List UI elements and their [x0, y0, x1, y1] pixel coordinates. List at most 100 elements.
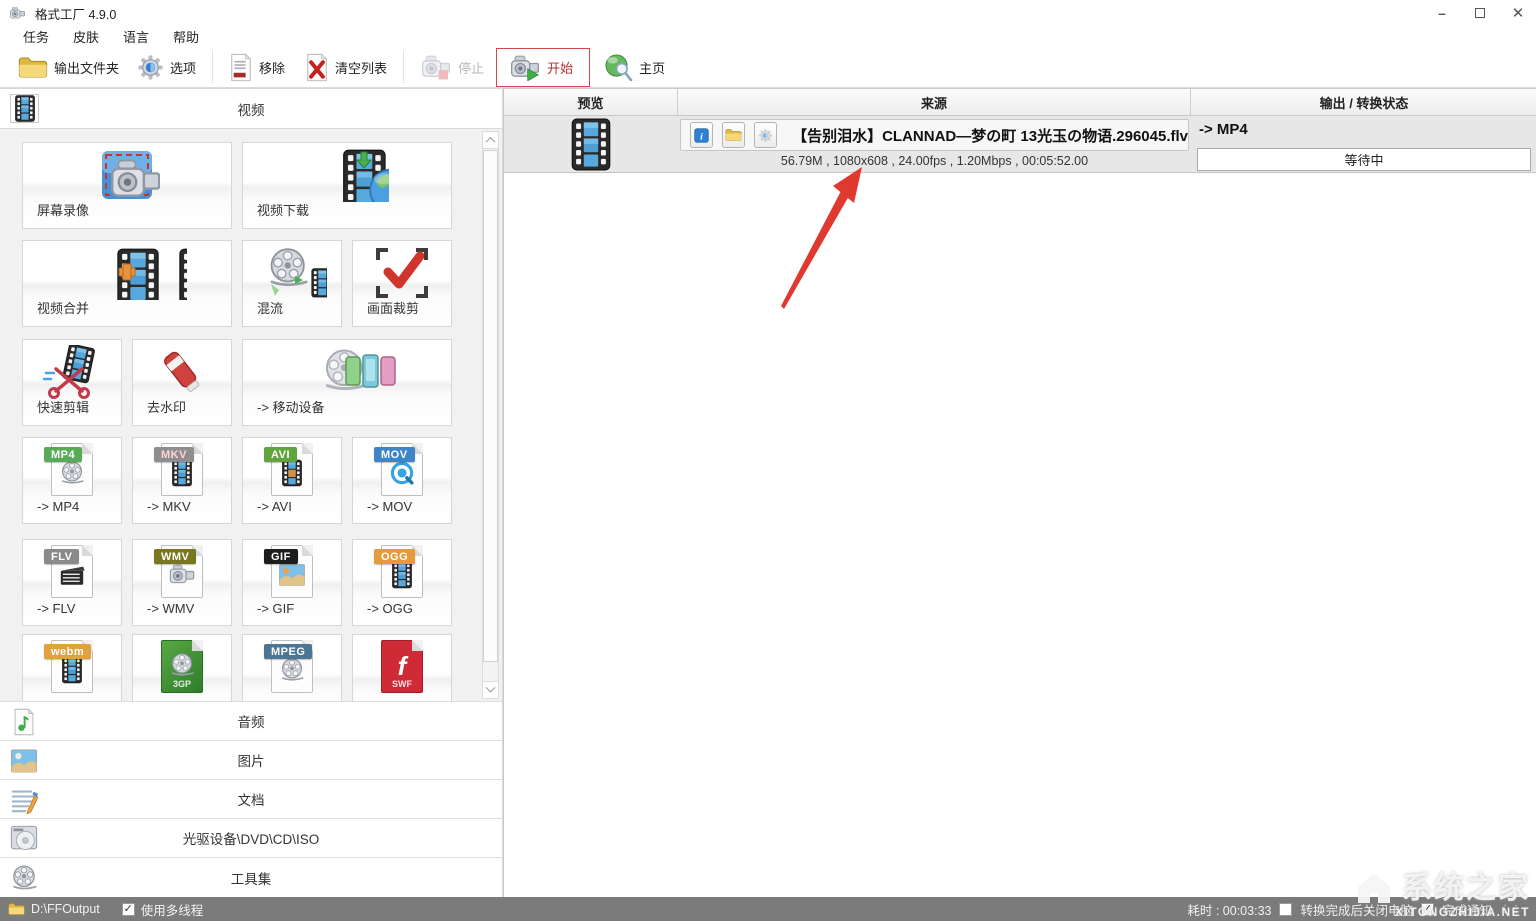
- column-header-source[interactable]: 来源: [678, 89, 1191, 115]
- tile-crop[interactable]: 画面裁剪: [352, 240, 452, 327]
- sidebar-scrollbar[interactable]: [482, 131, 499, 699]
- menu-language[interactable]: 语言: [118, 26, 154, 47]
- scroll-up-button[interactable]: [483, 132, 498, 149]
- column-header-output[interactable]: 输出 / 转换状态: [1191, 89, 1536, 115]
- file-info-button[interactable]: i: [690, 122, 713, 148]
- stop-button[interactable]: 停止: [414, 51, 490, 84]
- menu-task[interactable]: 任务: [18, 26, 54, 47]
- crop-check-icon: [353, 245, 451, 301]
- tile-to-avi[interactable]: AVI -> AVI: [242, 437, 342, 524]
- category-optical-dvd-cd-iso[interactable]: 光驱设备\DVD\CD\ISO: [0, 818, 503, 857]
- tile-to-swf[interactable]: f SWF: [352, 634, 452, 701]
- start-button-highlight-box: 开始: [496, 48, 590, 87]
- tile-screen-record[interactable]: 屏幕录像: [22, 142, 232, 229]
- film-preview-icon: [568, 118, 614, 171]
- tile-to-flv[interactable]: FLV -> FLV: [22, 539, 122, 626]
- tile-to-gif[interactable]: GIF -> GIF: [242, 539, 342, 626]
- output-folder-button[interactable]: 输出文件夹: [12, 52, 125, 83]
- avi-file-icon: AVI: [269, 442, 315, 498]
- options-button[interactable]: 选项: [131, 51, 202, 84]
- notify-label: 完成通知: [1442, 900, 1492, 919]
- mov-file-icon: MOV: [379, 442, 425, 498]
- mux-icon: [243, 245, 341, 301]
- multithread-label: 使用多线程: [141, 900, 204, 919]
- tile-to-webm[interactable]: webm: [22, 634, 122, 701]
- tile-video-download[interactable]: 视频下载: [242, 142, 452, 229]
- file-list-header: 预览 来源 输出 / 转换状态: [504, 89, 1536, 116]
- start-camera-icon: [509, 54, 541, 81]
- swf-file-icon: f SWF: [379, 639, 425, 695]
- file-name: 【告别泪水】CLANNAD—梦の町 13光玉の物语.296045.flv: [792, 125, 1188, 146]
- tile-to-3gp[interactable]: 3GP: [132, 634, 232, 701]
- tile-mux[interactable]: 混流: [242, 240, 342, 327]
- info-icon: i: [694, 128, 709, 143]
- tile-to-mp4[interactable]: MP4 -> MP4: [22, 437, 122, 524]
- remove-button[interactable]: 移除: [223, 50, 291, 85]
- tile-mobile-device[interactable]: -> 移动设备: [242, 339, 452, 426]
- remove-watermark-icon: [133, 344, 231, 400]
- maximize-button[interactable]: [1472, 5, 1488, 21]
- stop-camera-icon: [420, 54, 452, 81]
- menu-help[interactable]: 帮助: [168, 26, 204, 47]
- notify-checkbox[interactable]: ✓: [1421, 903, 1434, 916]
- video-download-icon: [243, 147, 451, 203]
- file-source-cell: i 【告别泪水】CLANNAD—梦の町 13光玉の物语.296045.flv: [680, 119, 1189, 151]
- tile-to-mkv[interactable]: MKV -> MKV: [132, 437, 232, 524]
- output-folder-icon: [8, 902, 25, 916]
- close-button[interactable]: ✕: [1510, 5, 1526, 21]
- file-list-panel: 预览 来源 输出 / 转换状态 i 【告别泪水】CLANNAD—梦の町 13光玉…: [503, 88, 1536, 897]
- category-video-header[interactable]: 视频: [0, 89, 503, 129]
- folder-icon: [18, 55, 48, 80]
- tile-to-mpeg[interactable]: MPEG: [242, 634, 342, 701]
- multithread-checkbox[interactable]: ✓: [122, 903, 135, 916]
- remove-document-icon: [229, 53, 253, 82]
- title-bar: 格式工厂 4.9.0 – ✕: [0, 0, 1536, 26]
- webm-file-icon: webm: [49, 639, 95, 695]
- wmv-file-icon: WMV: [159, 544, 205, 600]
- home-button[interactable]: 主页: [598, 50, 671, 85]
- output-path[interactable]: D:\FFOutput: [31, 902, 100, 916]
- category-toolset[interactable]: 工具集: [0, 857, 503, 897]
- scroll-down-button[interactable]: [483, 681, 498, 698]
- gear-icon: [137, 54, 164, 81]
- clear-list-button[interactable]: 清空列表: [299, 50, 393, 85]
- ogg-file-icon: OGG: [379, 544, 425, 600]
- video-merge-icon: [23, 245, 231, 301]
- status-bar: D:\FFOutput ✓ 使用多线程 耗时 : 00:03:33 转换完成后关…: [0, 897, 1536, 921]
- tile-remove-watermark[interactable]: 去水印: [132, 339, 232, 426]
- gif-file-icon: GIF: [269, 544, 315, 600]
- category-document[interactable]: 文档: [0, 779, 503, 818]
- file-settings-button[interactable]: [754, 122, 777, 148]
- video-category-label: 视频: [0, 89, 502, 128]
- window-title: 格式工厂 4.9.0: [35, 4, 116, 23]
- file-folder-button[interactable]: [722, 122, 745, 148]
- folder-icon: [725, 128, 742, 142]
- svg-text:i: i: [700, 131, 703, 142]
- toolbar-separator: [212, 51, 213, 83]
- file-info-line: 56.79M , 1080x608 , 24.00fps , 1.20Mbps …: [680, 154, 1189, 168]
- tile-video-merge[interactable]: 视频合并: [22, 240, 232, 327]
- gear-icon: [758, 128, 773, 143]
- minimize-button[interactable]: –: [1434, 5, 1450, 21]
- category-picture[interactable]: 图片: [0, 740, 503, 779]
- toolbar: 输出文件夹 选项 移除 清空列表 停止 开: [0, 47, 1536, 88]
- scrollbar-thumb[interactable]: [483, 150, 498, 662]
- resize-grip[interactable]: ⋮⋮: [1500, 904, 1522, 915]
- sidebar: 视频 屏幕录像 视频下载: [0, 88, 503, 897]
- column-header-preview[interactable]: 预览: [504, 89, 678, 115]
- output-format: -> MP4: [1199, 121, 1248, 138]
- mpeg-file-icon: MPEG: [269, 639, 315, 695]
- start-button[interactable]: 开始: [503, 51, 579, 84]
- tile-to-wmv[interactable]: WMV -> WMV: [132, 539, 232, 626]
- tile-quick-clip[interactable]: 快速剪辑: [22, 339, 122, 426]
- menu-skin[interactable]: 皮肤: [68, 26, 104, 47]
- home-globe-icon: [604, 53, 633, 82]
- mp4-file-icon: MP4: [49, 442, 95, 498]
- category-audio[interactable]: 音频: [0, 701, 503, 740]
- shutdown-checkbox[interactable]: [1279, 903, 1292, 916]
- file-row[interactable]: i 【告别泪水】CLANNAD—梦の町 13光玉の物语.296045.flv 5…: [504, 116, 1536, 173]
- flv-file-icon: FLV: [49, 544, 95, 600]
- tile-to-mov[interactable]: MOV -> MOV: [352, 437, 452, 524]
- mkv-file-icon: MKV: [159, 442, 205, 498]
- tile-to-ogg[interactable]: OGG -> OGG: [352, 539, 452, 626]
